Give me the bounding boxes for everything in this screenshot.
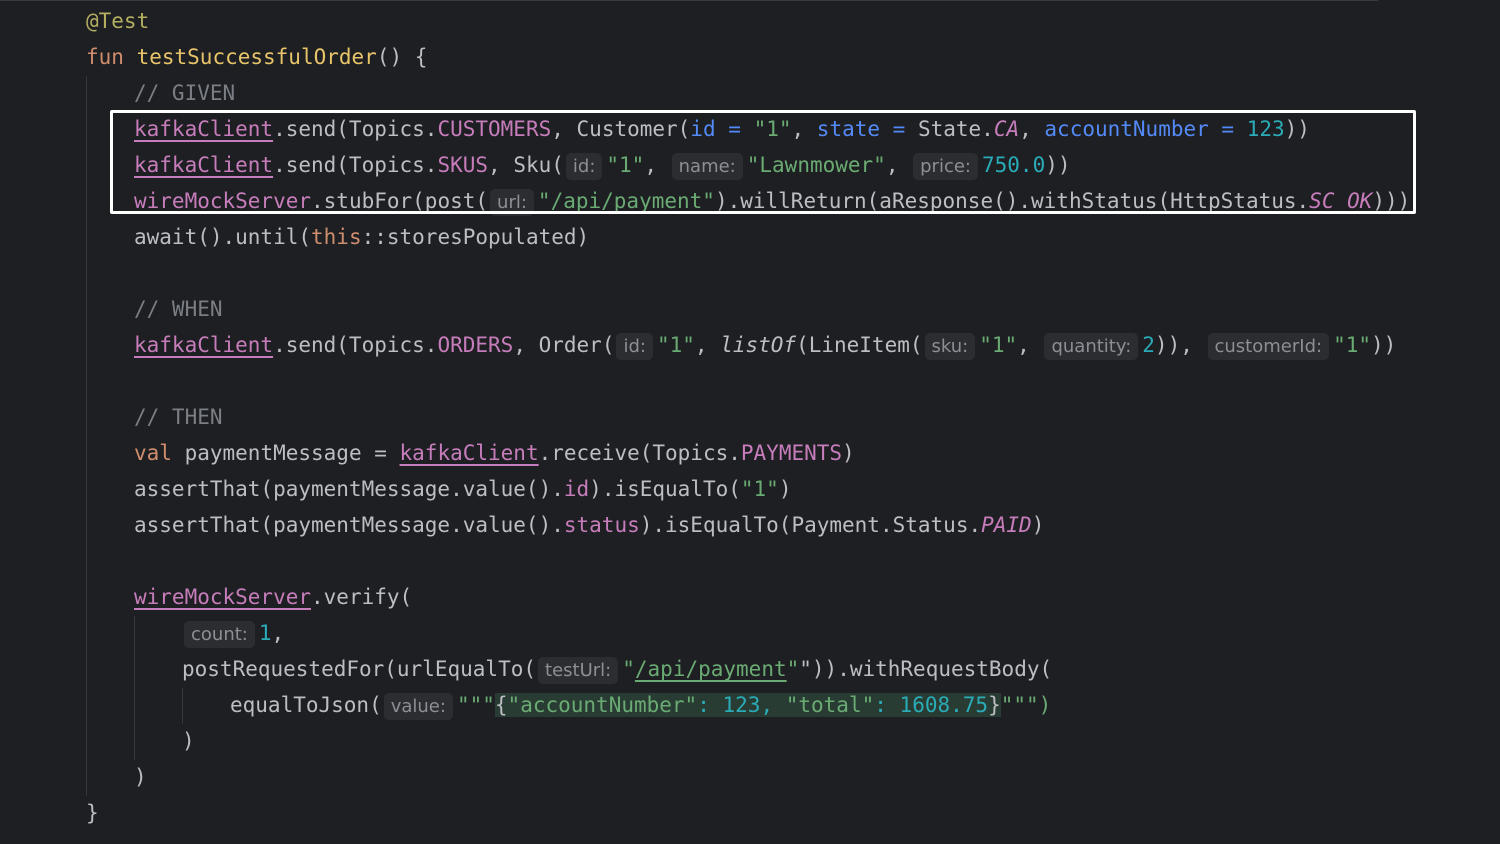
code-editor[interactable]: @Test fun testSuccessfulOrder() { // GIV…: [0, 0, 1500, 844]
code-line-12: // THEN: [134, 399, 223, 435]
kafka-client-ref[interactable]: kafkaClient: [400, 441, 539, 465]
code-line-22: ): [134, 765, 147, 789]
code-line-23: }: [86, 801, 99, 825]
keyword-fun: fun: [86, 45, 124, 69]
selection-highlight-box: [110, 110, 1416, 214]
wiremock-server-ref[interactable]: wireMockServer: [134, 585, 311, 609]
code-line-20: equalToJson(value: """{"accountNumber": 1…: [230, 687, 1051, 723]
param-hint-value: value:: [383, 693, 453, 720]
kafka-client-ref[interactable]: kafkaClient: [134, 333, 273, 357]
code-line-19: postRequestedFor(urlEqualTo(testUrl: "/ap…: [182, 651, 1052, 687]
param-hint-customer-id: customerId:: [1207, 333, 1330, 360]
code-line-15: assertThat(paymentMessage.value().status…: [134, 513, 1045, 537]
comment-then: // THEN: [134, 405, 223, 429]
code-line-10: kafkaClient.send(Topics.ORDERS, Order(id…: [134, 327, 1396, 363]
function-name[interactable]: testSuccessfulOrder: [137, 45, 377, 69]
code-line-21: ): [182, 729, 195, 753]
code-line-7: await().until(this::storesPopulated): [134, 225, 590, 249]
code-line-14: assertThat(paymentMessage.value().id).is…: [134, 477, 792, 501]
code-line-13: val paymentMessage = kafkaClient.receive…: [134, 441, 855, 465]
code-line-3: // GIVEN: [134, 75, 235, 111]
param-hint-id: id:: [616, 333, 653, 360]
param-hint-quantity: quantity:: [1044, 333, 1139, 360]
annotation: @Test: [86, 9, 150, 33]
param-hint-count: count:: [184, 621, 255, 648]
code-line-18: count: 1,: [182, 615, 284, 651]
indent-guide: [86, 76, 87, 796]
code-line-17: wireMockServer.verify(: [134, 585, 413, 609]
indent-guide: [134, 616, 135, 760]
code-line-9: // WHEN: [134, 291, 223, 327]
editor-top-border: [0, 0, 1378, 1]
comment-when: // WHEN: [134, 297, 223, 321]
comment-given: // GIVEN: [134, 81, 236, 105]
url-link[interactable]: /api/payment: [635, 657, 787, 681]
code-line-1: @Test: [86, 3, 149, 39]
json-fragment: {"accountNumber": 123, "total": 1608.75}: [494, 693, 1001, 717]
param-hint-test-url: testUrl:: [538, 657, 619, 684]
code-line-2: fun testSuccessfulOrder() {: [86, 39, 427, 75]
param-hint-sku: sku:: [924, 333, 976, 360]
indent-guide: [182, 688, 183, 724]
signature: () {: [376, 45, 428, 69]
